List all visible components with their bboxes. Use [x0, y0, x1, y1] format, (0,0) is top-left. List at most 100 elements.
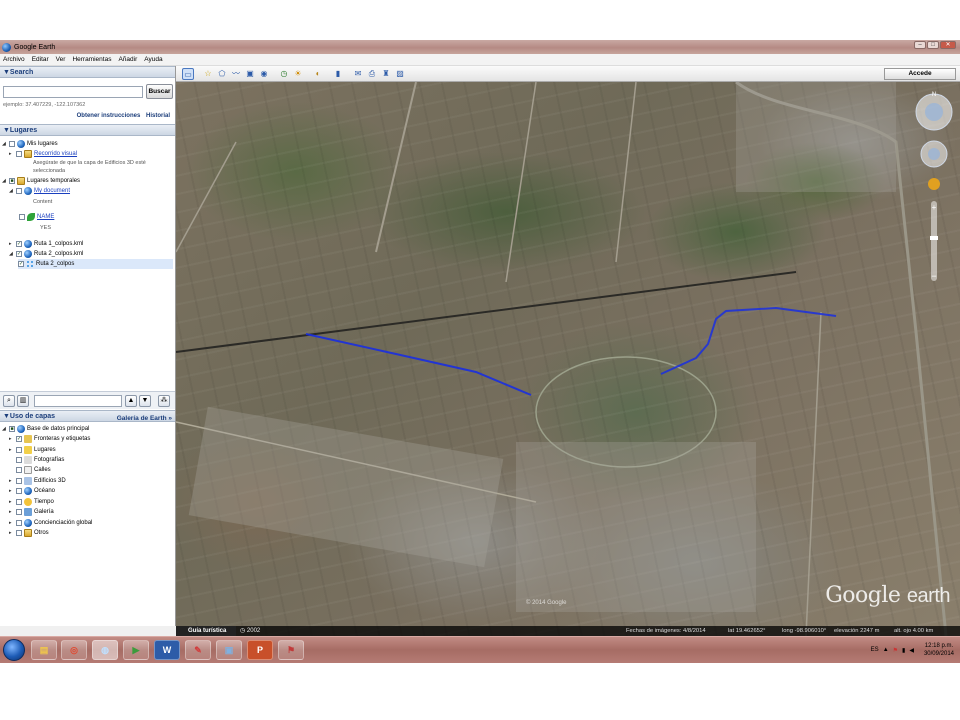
word-icon[interactable]: W [154, 640, 180, 660]
menu-ver[interactable]: Ver [56, 56, 66, 63]
street-view-pegman-icon[interactable] [928, 178, 940, 190]
paint-icon[interactable]: ✎ [185, 640, 211, 660]
route-2-path[interactable] [660, 306, 837, 375]
layer-item-concienciacion[interactable]: ▸ Concienciación global [9, 518, 92, 528]
expand-icon[interactable]: ▸ [9, 151, 15, 157]
flag-icon[interactable]: ⚑ [278, 640, 304, 660]
save-image-icon[interactable]: ▨ [394, 68, 406, 80]
menu-ayuda[interactable]: Ayuda [144, 56, 162, 63]
checkbox[interactable] [16, 188, 22, 194]
sunlight-icon[interactable]: ☀ [292, 68, 304, 80]
route-1-path[interactable] [305, 333, 532, 396]
menu-editar[interactable]: Editar [32, 56, 49, 63]
maximize-button[interactable]: □ [927, 41, 939, 49]
start-button[interactable] [3, 639, 25, 661]
search-button[interactable]: Buscar [146, 84, 173, 99]
search-input[interactable] [3, 86, 143, 98]
layer-item-fronteras[interactable]: ▸ ✓ Fronteras y etiquetas [9, 434, 90, 444]
expand-icon[interactable]: ▸ [9, 241, 15, 247]
earth-gallery-button[interactable]: Galería de Earth » [117, 413, 172, 424]
title-bar: Google Earth – □ ✕ [0, 40, 960, 54]
layer-item-galeria[interactable]: ▸ Galería [9, 507, 54, 517]
earth-map-view[interactable]: N + − © 2014 Google Google earth [176, 82, 960, 636]
tree-item-mis-lugares[interactable]: ◢ Mis lugares [2, 139, 58, 149]
tray-arrow-icon[interactable]: ▲ [883, 647, 889, 653]
placemark-icon[interactable]: ☆ [202, 68, 214, 80]
checkbox[interactable] [16, 151, 22, 157]
checkbox[interactable]: ■ [9, 178, 15, 184]
network-icon[interactable]: ▮ [902, 647, 905, 654]
planets-icon[interactable]: ◐ [312, 68, 324, 80]
urban-area [188, 406, 504, 568]
path-icon[interactable]: 〰 [230, 68, 242, 80]
collapse-icon[interactable]: ◢ [9, 251, 15, 257]
checkbox[interactable]: ✓ [16, 241, 22, 247]
places-icon [24, 446, 32, 454]
checkbox[interactable]: ✓ [16, 251, 22, 257]
layer-item-fotografias[interactable]: Fotografías [9, 455, 64, 465]
tour-guide-tab[interactable]: Guía turística [176, 626, 236, 636]
move-up-icon[interactable]: ▲ [125, 395, 137, 407]
explorer-icon[interactable]: ▤ [31, 640, 57, 660]
menu-anadir[interactable]: Añadir [118, 56, 137, 63]
search-icon[interactable]: ⌕ [3, 395, 15, 407]
chrome-icon[interactable]: ◎ [61, 640, 87, 660]
overlay-icon[interactable]: ▣ [244, 68, 256, 80]
sidebar-toggle-icon[interactable]: ▭ [182, 68, 194, 80]
tree-item-ruta2[interactable]: ◢ ✓ Ruta 2_colpos.kml [9, 249, 83, 259]
places-panel-header[interactable]: ▼Lugares [0, 124, 175, 136]
ruler-icon[interactable]: ▮ [332, 68, 344, 80]
tree-item-name[interactable]: NAME [19, 212, 54, 222]
layers-panel-header[interactable]: ▼Uso de capas Galería de Earth » [0, 410, 175, 422]
panel-toggle-icon[interactable]: ▥ [17, 395, 29, 407]
zoom-thumb[interactable] [930, 236, 938, 240]
search-panel-header[interactable]: ▼Search [0, 66, 175, 78]
checkbox[interactable]: ✓ [18, 261, 24, 267]
layer-item-base[interactable]: ◢ ■ Base de datos principal [2, 424, 89, 434]
polygon-icon[interactable]: ⬠ [216, 68, 228, 80]
layer-item-edificios[interactable]: ▸ Edificios 3D [9, 476, 66, 486]
collapse-icon[interactable]: ◢ [2, 178, 8, 184]
photos-icon[interactable]: ▣ [216, 640, 242, 660]
move-down-icon[interactable]: ▼ [139, 395, 151, 407]
tree-item-my-document[interactable]: ◢ My document [9, 186, 70, 196]
menu-herramientas[interactable]: Herramientas [72, 56, 111, 63]
checkbox[interactable] [9, 141, 15, 147]
language-indicator[interactable]: ES [871, 647, 879, 653]
north-marker-icon[interactable]: N [932, 92, 936, 98]
zoom-slider[interactable] [931, 201, 937, 281]
email-icon[interactable]: ✉ [352, 68, 364, 80]
layer-item-calles[interactable]: Calles [9, 465, 51, 475]
flag-tray-icon[interactable]: ⚑ [893, 647, 898, 654]
powerpoint-icon[interactable]: P [247, 640, 273, 660]
maps-icon[interactable]: ♜ [380, 68, 392, 80]
media-icon[interactable]: ▶ [123, 640, 149, 660]
directions-link[interactable]: Obtener instrucciones [77, 113, 141, 119]
tree-item-ruta2-route[interactable]: ✓ Ruta 2_colpos [18, 259, 173, 269]
close-button[interactable]: ✕ [940, 41, 956, 49]
historical-imagery-icon[interactable]: ◷ [278, 68, 290, 80]
places-filter-input[interactable] [34, 395, 122, 407]
clock[interactable]: 12:18 p.m. 30/09/2014 [924, 642, 954, 658]
print-icon[interactable]: ⎙ [366, 68, 378, 80]
tour-icon[interactable]: ⁂ [158, 395, 170, 407]
collapse-icon[interactable]: ◢ [2, 141, 8, 147]
record-tour-icon[interactable]: ◉ [258, 68, 270, 80]
historical-year[interactable]: ◷ 2002 [240, 626, 260, 636]
zoom-out-icon[interactable]: − [931, 271, 936, 281]
tree-item-lugares-temporales[interactable]: ◢ ■ Lugares temporales [2, 176, 80, 186]
menu-archivo[interactable]: Archivo [3, 56, 25, 63]
tree-item-ruta1[interactable]: ▸ ✓ Ruta 1_colpos.kml [9, 239, 83, 249]
layer-item-oceano[interactable]: ▸ Océano [9, 486, 55, 496]
volume-icon[interactable]: ◀ [909, 647, 914, 654]
layer-item-tiempo[interactable]: ▸ Tiempo [9, 497, 54, 507]
history-link[interactable]: Historial [146, 113, 170, 119]
layer-item-lugares[interactable]: ▸ Lugares [9, 445, 56, 455]
layer-item-otros[interactable]: ▸ Otros [9, 528, 49, 538]
collapse-icon[interactable]: ◢ [9, 188, 15, 194]
checkbox[interactable] [19, 214, 25, 220]
zoom-in-icon[interactable]: + [932, 203, 937, 212]
google-earth-taskbar-icon[interactable]: ◍ [92, 640, 118, 660]
minimize-button[interactable]: – [914, 41, 926, 49]
sign-in-button[interactable]: Accede [884, 68, 956, 80]
